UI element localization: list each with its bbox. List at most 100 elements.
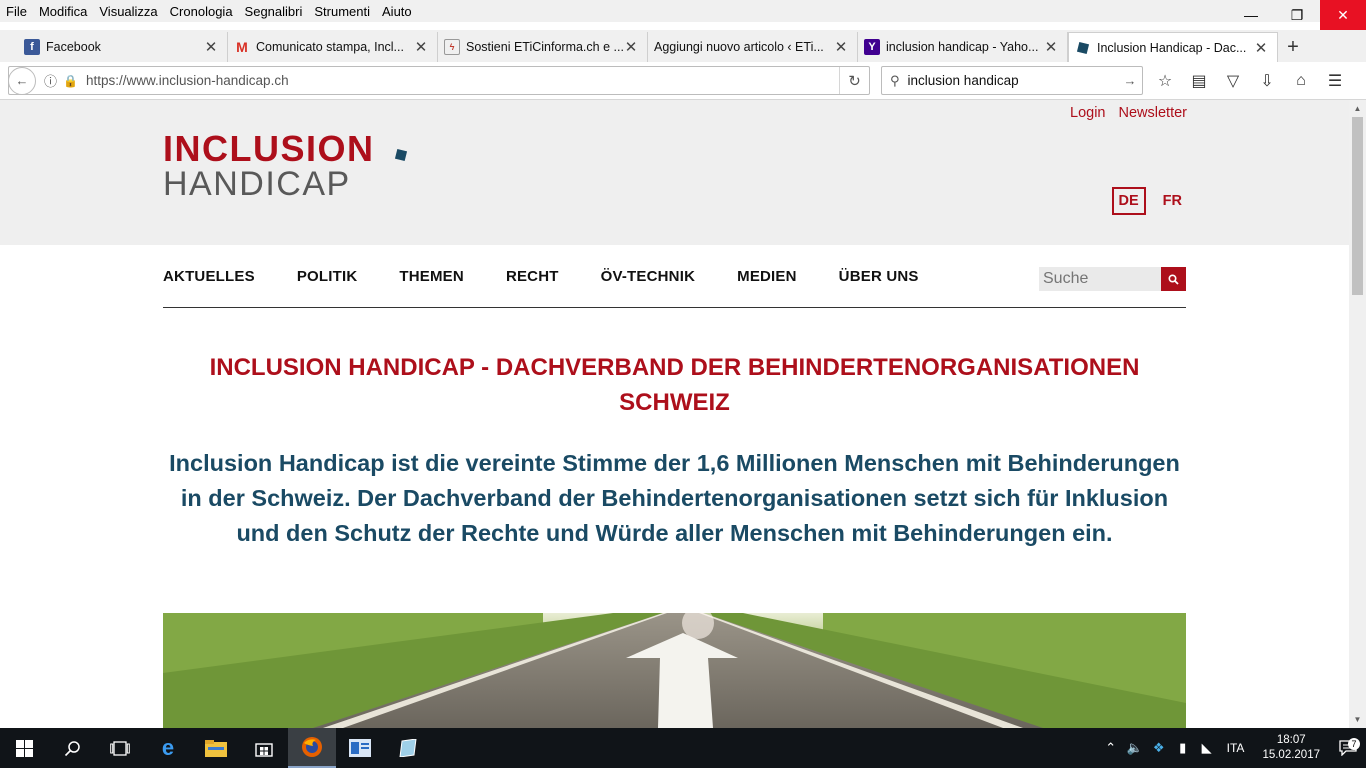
- yahoo-icon: Y: [864, 39, 880, 55]
- tab-facebook[interactable]: f Facebook ✕: [18, 32, 228, 62]
- window-controls: — ❐ ✕: [1228, 0, 1366, 30]
- nav-themen[interactable]: THEMEN: [399, 268, 464, 285]
- page-scrollbar[interactable]: ▲ ▼: [1349, 100, 1366, 728]
- outlook-icon[interactable]: [336, 728, 384, 768]
- action-center-icon[interactable]: 7: [1330, 738, 1366, 756]
- edge-browser-icon[interactable]: e: [144, 728, 192, 768]
- tab-yahoo[interactable]: Y inclusion handicap - Yaho... ✕: [858, 32, 1068, 62]
- hamburger-menu-icon[interactable]: ☰: [1318, 66, 1352, 95]
- input-language-indicator[interactable]: ITA: [1227, 741, 1245, 755]
- search-go-arrow-icon[interactable]: →: [1118, 73, 1142, 88]
- menu-file[interactable]: File: [6, 4, 27, 19]
- battery-icon[interactable]: ▮: [1171, 740, 1195, 756]
- menu-bar: File Modifica Visualizza Cronologia Segn…: [0, 0, 1366, 22]
- newsletter-link[interactable]: Newsletter: [1119, 105, 1188, 121]
- page-headline: INCLUSION HANDICAP - DACHVERBAND DER BEH…: [209, 354, 1140, 416]
- restore-button[interactable]: ❐: [1274, 0, 1320, 30]
- download-icon[interactable]: ⇩: [1250, 66, 1284, 95]
- nav-oev-technik[interactable]: ÖV-TECHNIK: [601, 268, 696, 285]
- tab-label: Comunicato stampa, Incl...: [256, 40, 404, 54]
- intro-text: Inclusion Handicap ist die vereinte Stim…: [169, 450, 1180, 546]
- store-icon[interactable]: [240, 728, 288, 768]
- scroll-up-arrow-icon[interactable]: ▲: [1349, 100, 1366, 117]
- menu-cronologia[interactable]: Cronologia: [170, 4, 233, 19]
- tab-close-icon[interactable]: ✕: [1253, 39, 1269, 57]
- tab-inclusion-handicap[interactable]: Inclusion Handicap - Dac... ✕: [1068, 32, 1278, 62]
- page-viewport: INCLUSION HANDICAP Login Newsletter DE F…: [0, 100, 1349, 728]
- menu-segnalibri[interactable]: Segnalibri: [245, 4, 303, 19]
- system-tray: ⌃ 🔈 ❖ ▮ ◣ ITA 18:07 15.02.2017 7: [1099, 728, 1366, 768]
- eticinforma-icon: ϟ: [444, 39, 460, 55]
- windows-taskbar: e ⌃ 🔈 ❖ ▮ ◣ ITA 18:07 15.02.2017 7: [0, 728, 1366, 768]
- close-window-button[interactable]: ✕: [1320, 0, 1366, 30]
- tab-close-icon[interactable]: ✕: [833, 38, 849, 56]
- notes-app-icon[interactable]: [384, 728, 432, 768]
- site-header: INCLUSION HANDICAP Login Newsletter DE F…: [0, 100, 1349, 245]
- bookmark-star-icon[interactable]: ☆: [1148, 66, 1182, 95]
- site-search-button[interactable]: [1161, 267, 1186, 291]
- nav-recht[interactable]: RECHT: [506, 268, 559, 285]
- language-switcher: DE FR: [1111, 187, 1188, 215]
- address-bar[interactable]: ← ⓘ 🔒 https://www.inclusion-handicap.ch …: [8, 66, 870, 95]
- tab-close-icon[interactable]: ✕: [1043, 38, 1059, 56]
- search-icon: ⚲: [890, 72, 900, 88]
- tab-label: inclusion handicap - Yaho...: [886, 40, 1039, 54]
- lang-fr[interactable]: FR: [1158, 189, 1187, 213]
- nav-ueber-uns[interactable]: ÜBER UNS: [839, 268, 919, 285]
- road-arrow-illustration: [163, 613, 1186, 728]
- navigation-bar: ← ⓘ 🔒 https://www.inclusion-handicap.ch …: [0, 62, 1366, 100]
- browser-search-input[interactable]: inclusion handicap: [908, 73, 1118, 88]
- menu-strumenti[interactable]: Strumenti: [314, 4, 370, 19]
- clock-date: 15.02.2017: [1262, 749, 1320, 761]
- task-view-icon[interactable]: [96, 728, 144, 768]
- reload-icon[interactable]: ↻: [839, 67, 869, 94]
- system-clock[interactable]: 18:07 15.02.2017: [1262, 733, 1320, 763]
- lock-icon[interactable]: 🔒: [63, 74, 78, 88]
- menu-visualizza[interactable]: Visualizza: [99, 4, 157, 19]
- menu-modifica[interactable]: Modifica: [39, 4, 87, 19]
- info-icon[interactable]: ⓘ: [44, 71, 57, 90]
- scrollbar-thumb[interactable]: [1352, 117, 1363, 295]
- top-links: Login Newsletter: [1070, 105, 1187, 121]
- lang-de[interactable]: DE: [1111, 187, 1146, 215]
- pocket-icon[interactable]: ▽: [1216, 66, 1250, 95]
- tab-close-icon[interactable]: ✕: [203, 38, 219, 56]
- volume-icon[interactable]: 🔈: [1123, 740, 1147, 756]
- tab-gmail[interactable]: M Comunicato stampa, Incl... ✕: [228, 32, 438, 62]
- dropbox-icon[interactable]: ❖: [1147, 740, 1171, 756]
- reading-list-icon[interactable]: ▤: [1182, 66, 1216, 95]
- browser-search-box[interactable]: ⚲ inclusion handicap →: [881, 66, 1143, 95]
- tab-close-icon[interactable]: ✕: [623, 38, 639, 56]
- new-tab-button[interactable]: +: [1278, 32, 1308, 62]
- firefox-icon[interactable]: [288, 728, 336, 768]
- menu-aiuto[interactable]: Aiuto: [382, 4, 412, 19]
- nav-politik[interactable]: POLITIK: [297, 268, 358, 285]
- site-search: [1039, 267, 1186, 291]
- tab-close-icon[interactable]: ✕: [413, 38, 429, 56]
- show-hidden-icons-chevron-icon[interactable]: ⌃: [1099, 740, 1123, 756]
- tab-label: Facebook: [46, 40, 101, 54]
- url-text[interactable]: https://www.inclusion-handicap.ch: [86, 73, 839, 88]
- file-explorer-icon[interactable]: [192, 728, 240, 768]
- tab-eticinforma[interactable]: ϟ Sostieni ETiCinforma.ch e ... ✕: [438, 32, 648, 62]
- scroll-down-arrow-icon[interactable]: ▼: [1349, 711, 1366, 728]
- tab-bar: f Facebook ✕ M Comunicato stampa, Incl..…: [0, 30, 1366, 62]
- minimize-button[interactable]: —: [1228, 0, 1274, 30]
- back-arrow-icon[interactable]: ←: [8, 66, 36, 95]
- search-icon[interactable]: [48, 728, 96, 768]
- tab-label: Sostieni ETiCinforma.ch e ...: [466, 40, 623, 54]
- nav-medien[interactable]: MEDIEN: [737, 268, 797, 285]
- wifi-icon[interactable]: ◣: [1195, 740, 1219, 756]
- tab-label: Inclusion Handicap - Dac...: [1097, 40, 1247, 55]
- windows-start-icon[interactable]: [0, 728, 48, 768]
- nav-aktuelles[interactable]: AKTUELLES: [163, 268, 255, 285]
- home-icon[interactable]: ⌂: [1284, 66, 1318, 95]
- tab-wordpress[interactable]: Aggiungi nuovo articolo ‹ ETi... ✕: [648, 32, 858, 62]
- site-search-input[interactable]: [1039, 267, 1161, 291]
- logo-text-bottom: HANDICAP: [163, 165, 351, 203]
- login-link[interactable]: Login: [1070, 105, 1105, 121]
- hero-road-image: [163, 613, 1186, 728]
- gmail-icon: M: [236, 39, 248, 55]
- site-logo[interactable]: INCLUSION HANDICAP: [163, 130, 408, 203]
- notification-count-badge: 7: [1348, 738, 1360, 750]
